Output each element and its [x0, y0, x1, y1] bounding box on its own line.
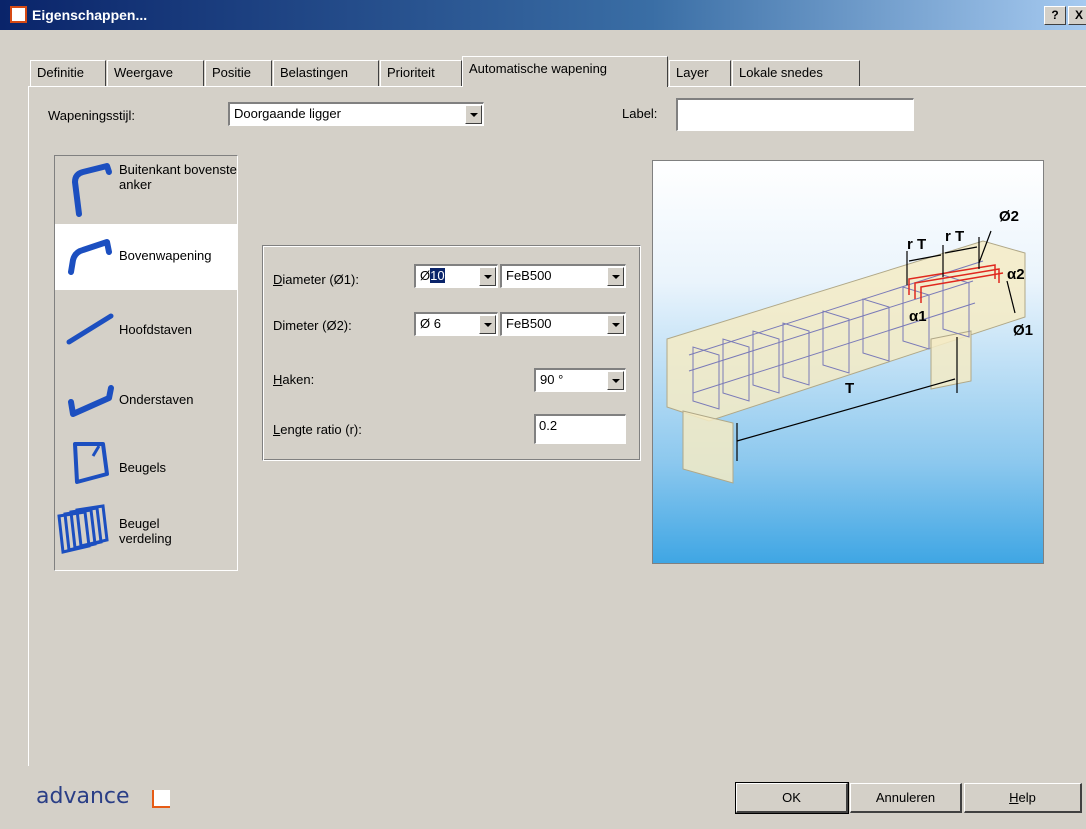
hooks-label: Haken:: [273, 372, 315, 387]
preview-label-d2: Ø2: [999, 208, 1019, 225]
main-bar-icon: [66, 313, 114, 345]
diameter2-label: Dimeter (Ø2):: [273, 318, 352, 333]
chevron-down-icon[interactable]: [607, 315, 624, 334]
label-field-label: Label:: [622, 106, 658, 121]
tab-automatische-wapening[interactable]: Automatische wapening: [462, 56, 668, 87]
bar-item-label: Hoofdstaven: [119, 322, 192, 337]
chevron-down-icon[interactable]: [479, 315, 496, 334]
chevron-down-icon[interactable]: [465, 105, 482, 124]
preview-label-t: T: [845, 380, 854, 397]
preview-label-rt2: r T: [945, 228, 964, 245]
advance-logo: advance: [36, 784, 130, 809]
diameter1-symbol: Ø: [420, 268, 431, 283]
bar-item-label: Buitenkant bovenste anker: [119, 162, 237, 192]
diameter1-select[interactable]: Ø10: [414, 264, 498, 288]
title-bar: Eigenschappen... ? X: [0, 0, 1086, 30]
bottom-bar-icon: [68, 385, 114, 417]
advance-logo-mark: [152, 790, 170, 808]
bar-item-top-anchor[interactable]: Buitenkant bovenste anker: [55, 156, 237, 222]
bar-item-label: Beugel verdeling: [119, 516, 172, 546]
help-button[interactable]: Help: [964, 783, 1082, 813]
close-caption-button[interactable]: X: [1068, 6, 1086, 25]
diameter1-grade-select[interactable]: FeB500: [500, 264, 626, 288]
preview-label-a1: α1: [909, 308, 927, 325]
bar-item-stirrups[interactable]: Beugels: [55, 428, 237, 494]
hooks-value: 90 °: [540, 372, 564, 387]
tab-lokale-snedes[interactable]: Lokale snedes: [732, 60, 860, 86]
ok-button[interactable]: OK: [735, 782, 849, 814]
diameter1-grade-value: FeB500: [506, 268, 552, 283]
bar-item-label: Beugels: [119, 460, 166, 475]
chevron-down-icon[interactable]: [479, 267, 496, 286]
window-title: Eigenschappen...: [32, 7, 148, 23]
bar-item-label: Onderstaven: [119, 392, 194, 407]
bar-item-bottom[interactable]: Onderstaven: [55, 360, 237, 426]
stirrup-distribution-icon: [57, 504, 109, 554]
style-select[interactable]: Doorgaande ligger: [228, 102, 484, 126]
tab-weergave[interactable]: Weergave: [107, 60, 204, 86]
diameter2-grade-select[interactable]: FeB500: [500, 312, 626, 336]
diameter2-grade-value: FeB500: [506, 316, 552, 331]
diameter2-value: 6: [433, 316, 441, 331]
bar-item-stirrup-distribution[interactable]: Beugel verdeling: [55, 496, 237, 570]
chevron-down-icon[interactable]: [607, 267, 624, 286]
stirrup-icon: [73, 442, 109, 484]
top-reinforcement-bar-icon: [68, 239, 112, 275]
diameter2-select[interactable]: Ø 6: [414, 312, 498, 336]
beam-illustration: r T r T Ø2 α2 α1 Ø1 T: [666, 208, 1033, 484]
style-value: Doorgaande ligger: [234, 106, 341, 121]
tab-belastingen[interactable]: Belastingen: [273, 60, 379, 86]
reinforcement-preview: r T r T Ø2 α2 α1 Ø1 T: [652, 160, 1044, 564]
tab-prioriteit[interactable]: Prioriteit: [380, 60, 462, 86]
tab-positie[interactable]: Positie: [205, 60, 272, 86]
cancel-button[interactable]: Annuleren: [850, 783, 962, 813]
bar-type-list: Buitenkant bovenste anker Bovenwapening …: [54, 155, 238, 571]
label-input[interactable]: [676, 98, 914, 131]
tab-definitie[interactable]: Definitie: [30, 60, 106, 86]
window-icon: [10, 6, 27, 23]
tab-layer[interactable]: Layer: [669, 60, 731, 86]
help-caption-button[interactable]: ?: [1044, 6, 1066, 25]
style-label: Wapeningsstijl:: [48, 108, 135, 123]
length-ratio-label: Lengte ratio (r):: [273, 422, 362, 437]
hooks-select[interactable]: 90 °: [534, 368, 626, 392]
top-anchor-bar-icon: [72, 163, 112, 217]
chevron-down-icon[interactable]: [607, 371, 624, 390]
bar-item-top-reinforcement[interactable]: Bovenwapening: [55, 224, 237, 290]
preview-label-d1: Ø1: [1013, 322, 1033, 339]
length-ratio-input[interactable]: 0.2: [534, 414, 626, 444]
preview-label-rt1: r T: [907, 236, 926, 253]
preview-label-a2: α2: [1007, 266, 1025, 283]
diameter1-label: Diameter (Ø1):: [273, 272, 359, 287]
bar-item-main[interactable]: Hoofdstaven: [55, 292, 237, 358]
diameter2-symbol: Ø: [420, 316, 431, 331]
diameter1-value: 10: [430, 268, 445, 283]
bar-item-label: Bovenwapening: [119, 248, 212, 263]
